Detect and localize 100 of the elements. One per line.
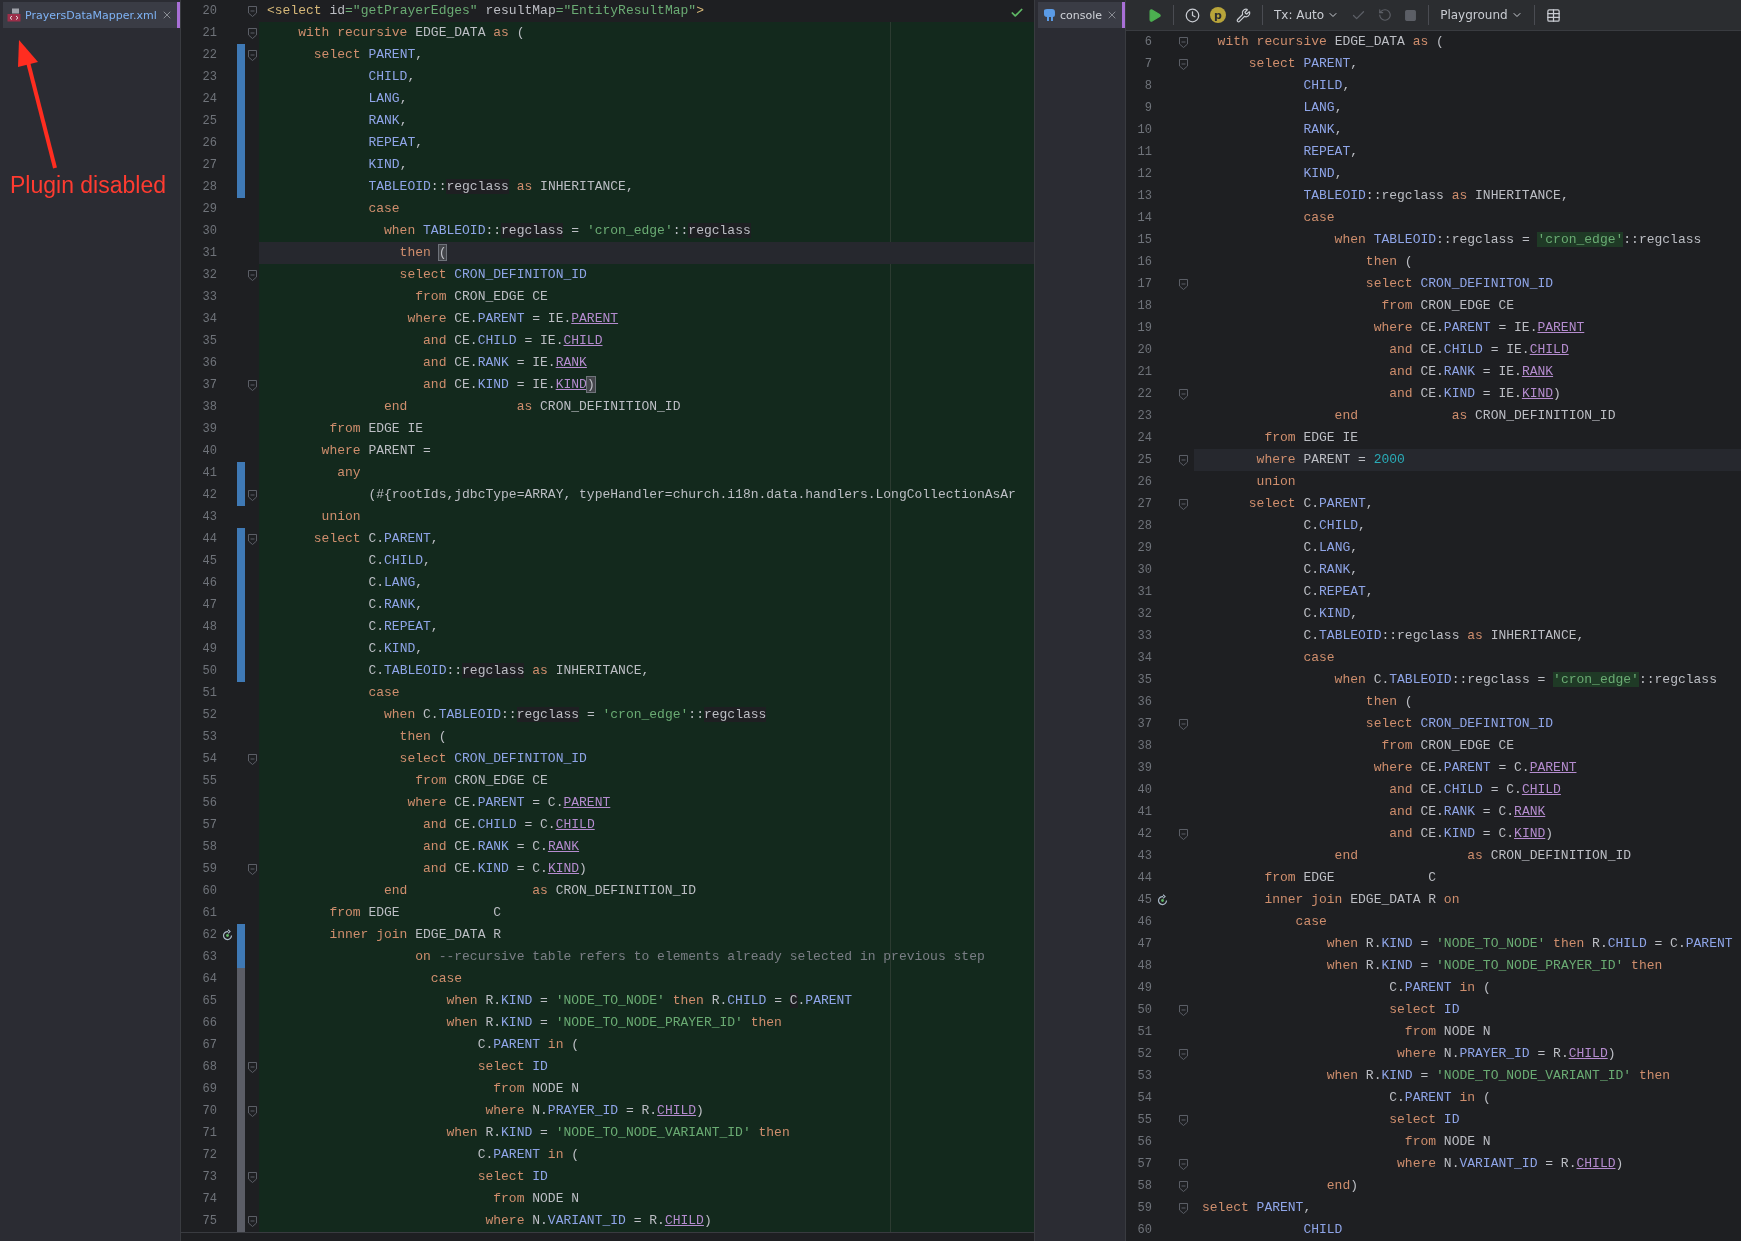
line-number: 23 — [1136, 408, 1152, 425]
fold-icon[interactable] — [247, 753, 257, 765]
line-number: 65 — [201, 993, 217, 1010]
line-number: 37 — [1136, 716, 1152, 733]
fold-icon[interactable] — [1178, 828, 1188, 840]
change-marker[interactable] — [237, 924, 245, 946]
line-number: 44 — [201, 531, 217, 548]
fold-icon[interactable] — [247, 1171, 257, 1183]
fold-icon[interactable] — [1178, 1114, 1188, 1126]
fold-icon[interactable] — [247, 863, 257, 875]
dropdown-button[interactable]: Playground — [1438, 6, 1525, 24]
line-number: 57 — [201, 817, 217, 834]
fold-icon[interactable] — [1178, 1158, 1188, 1170]
line-number: 70 — [201, 1103, 217, 1120]
line-number: 11 — [1136, 144, 1152, 161]
line-number: 24 — [201, 91, 217, 108]
change-marker[interactable] — [237, 1210, 245, 1232]
line-number: 58 — [201, 839, 217, 856]
line-number: 69 — [201, 1081, 217, 1098]
line-number: 58 — [1136, 1178, 1152, 1195]
fold-icon[interactable] — [1178, 454, 1188, 466]
line-number: 42 — [1136, 826, 1152, 843]
line-number: 25 — [1136, 452, 1152, 469]
line-number: 13 — [1136, 188, 1152, 205]
fold-icon[interactable] — [247, 489, 257, 501]
fold-icon[interactable] — [1178, 718, 1188, 730]
fold-icon[interactable] — [247, 1105, 257, 1117]
line-number: 60 — [201, 883, 217, 900]
line-number: 36 — [1136, 694, 1152, 711]
fold-icon[interactable] — [1178, 1180, 1188, 1192]
line-number: 29 — [1136, 540, 1152, 557]
fold-icon[interactable] — [1178, 1048, 1188, 1060]
line-number: 37 — [201, 377, 217, 394]
fold-icon[interactable] — [1178, 58, 1188, 70]
change-marker[interactable] — [237, 660, 245, 682]
line-number: 46 — [1136, 914, 1152, 931]
line-number: 32 — [1136, 606, 1152, 623]
file-tab[interactable]: PrayersDataMapper.xml — [3, 2, 180, 28]
line-number: 25 — [201, 113, 217, 130]
fold-icon[interactable] — [247, 533, 257, 545]
dropdown-button[interactable]: Tx: Auto — [1272, 6, 1342, 24]
line-number: 59 — [1136, 1200, 1152, 1217]
line-number: 54 — [1136, 1090, 1152, 1107]
line-number: 56 — [201, 795, 217, 812]
change-marker[interactable] — [237, 968, 245, 990]
fold-icon[interactable] — [1178, 1004, 1188, 1016]
fold-icon[interactable] — [247, 269, 257, 281]
line-number: 23 — [201, 69, 217, 86]
line-number: 28 — [201, 179, 217, 196]
line-number: 42 — [201, 487, 217, 504]
fold-icon[interactable] — [1178, 498, 1188, 510]
fold-icon[interactable] — [247, 5, 257, 17]
profile-badge[interactable]: p — [1210, 7, 1226, 23]
line-number: 51 — [201, 685, 217, 702]
line-number: 35 — [1136, 672, 1152, 689]
fold-icon[interactable] — [247, 27, 257, 39]
line-number: 8 — [1143, 78, 1152, 95]
line-number: 22 — [201, 47, 217, 64]
line-number: 57 — [1136, 1156, 1152, 1173]
circular-arrow-icon[interactable] — [1155, 893, 1169, 907]
fold-icon[interactable] — [247, 49, 257, 61]
change-marker[interactable] — [237, 528, 245, 550]
console-tab[interactable]: console — [1038, 2, 1125, 28]
change-marker[interactable] — [237, 946, 245, 968]
line-number: 55 — [201, 773, 217, 790]
line-number: 49 — [1136, 980, 1152, 997]
fold-icon[interactable] — [1178, 1202, 1188, 1214]
line-number: 41 — [1136, 804, 1152, 821]
line-number: 71 — [201, 1125, 217, 1142]
line-number: 66 — [201, 1015, 217, 1032]
change-marker[interactable] — [237, 176, 245, 198]
line-number: 38 — [201, 399, 217, 416]
change-marker[interactable] — [237, 484, 245, 506]
line-number: 31 — [1136, 584, 1152, 601]
line-number: 48 — [201, 619, 217, 636]
line-number: 31 — [201, 245, 217, 262]
line-number: 44 — [1136, 870, 1152, 887]
line-number: 22 — [1136, 386, 1152, 403]
line-number: 10 — [1136, 122, 1152, 139]
line-number: 49 — [201, 641, 217, 658]
line-number: 43 — [1136, 848, 1152, 865]
circular-arrow-icon[interactable] — [220, 928, 234, 942]
fold-icon[interactable] — [1178, 278, 1188, 290]
elephant-icon — [1042, 8, 1056, 22]
line-number: 56 — [1136, 1134, 1152, 1151]
fold-icon[interactable] — [247, 1061, 257, 1073]
line-number: 68 — [201, 1059, 217, 1076]
line-number: 51 — [1136, 1024, 1152, 1041]
close-icon[interactable] — [1106, 9, 1118, 21]
fold-icon[interactable] — [247, 379, 257, 391]
line-number: 26 — [201, 135, 217, 152]
change-marker[interactable] — [237, 44, 245, 66]
change-marker[interactable] — [237, 462, 245, 484]
line-number: 36 — [201, 355, 217, 372]
fold-icon[interactable] — [1178, 36, 1188, 48]
line-number: 34 — [1136, 650, 1152, 667]
fold-icon[interactable] — [247, 1215, 257, 1227]
line-number: 17 — [1136, 276, 1152, 293]
line-number: 50 — [1136, 1002, 1152, 1019]
fold-icon[interactable] — [1178, 388, 1188, 400]
